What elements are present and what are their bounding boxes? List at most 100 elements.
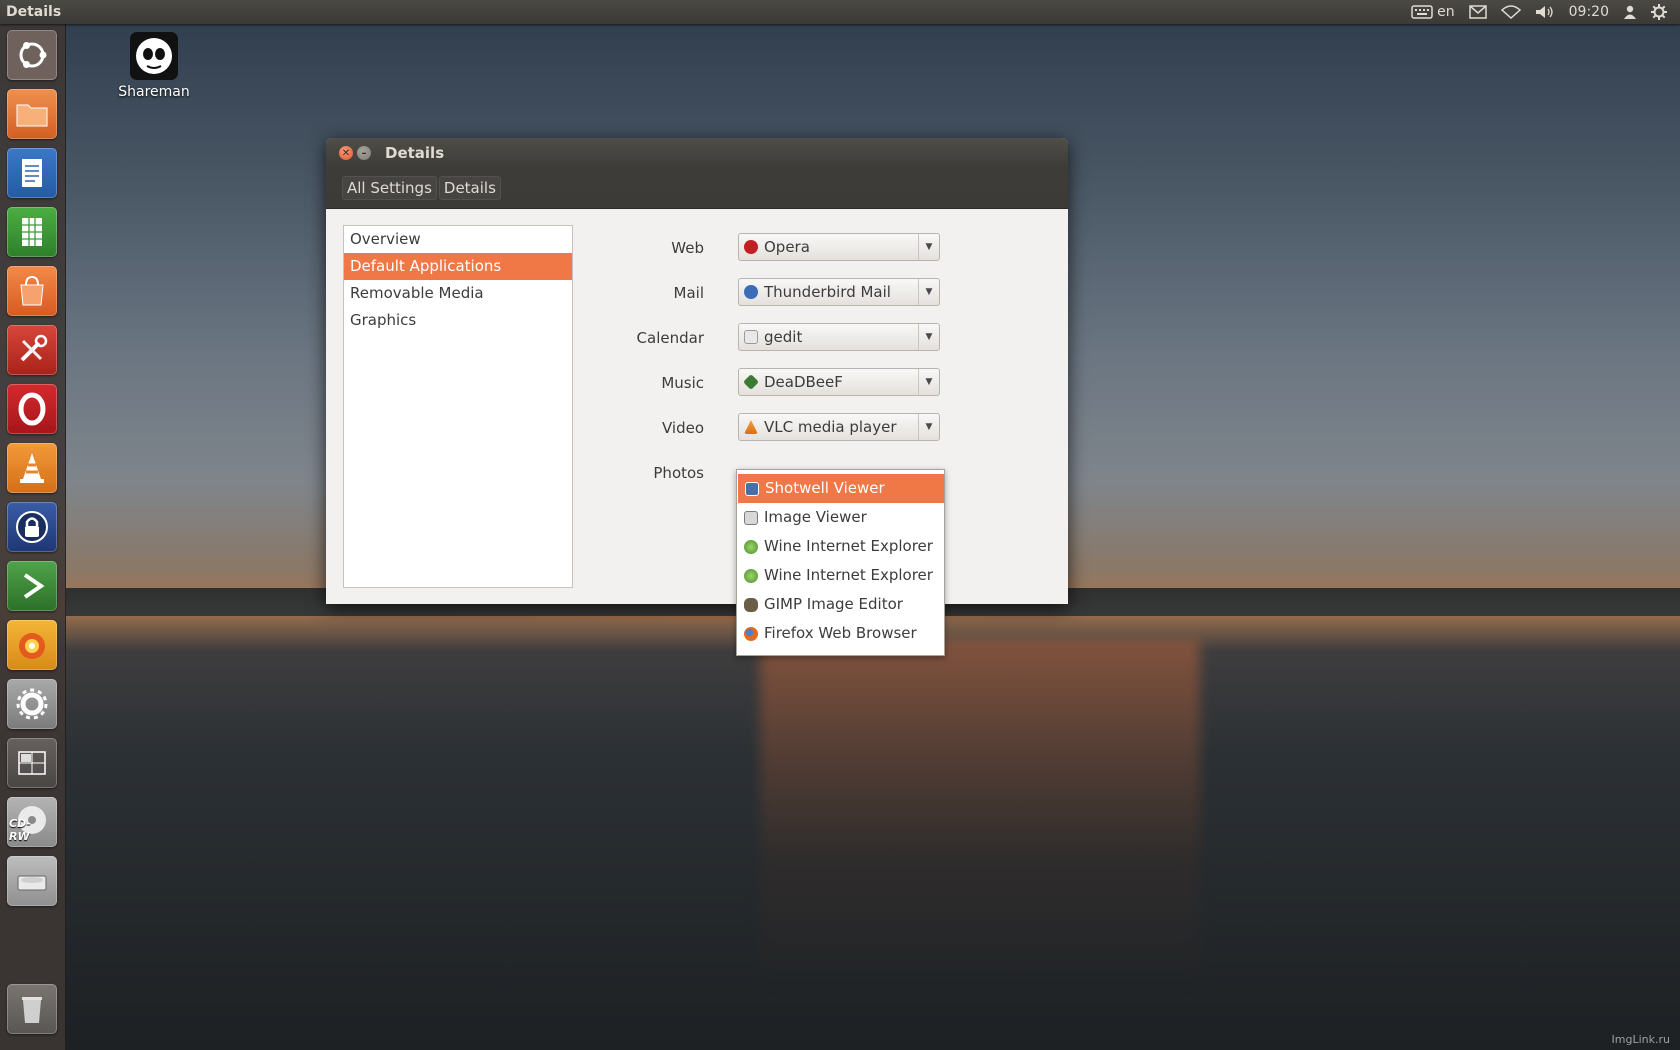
keyboard-layout-label: en [1437,4,1455,20]
gedit-icon [744,330,758,344]
lock-icon [16,511,48,543]
video-label: Video [661,419,704,437]
mail-icon[interactable] [1462,5,1494,19]
files-launcher[interactable] [7,89,57,139]
vlc-launcher[interactable] [7,443,57,493]
photos-label: Photos [653,464,704,482]
window-title: Details [385,144,445,162]
sidebar-item-default-applications[interactable]: Default Applications [344,253,572,280]
calc-launcher[interactable] [7,207,57,257]
minimize-icon: – [361,147,367,159]
chevron-down-icon: ▼ [918,414,939,440]
close-button[interactable]: ✕ [339,146,353,160]
web-row: Web Opera ▼ [606,233,940,263]
menu-item-image-viewer[interactable]: Image Viewer [737,503,944,532]
mail-label: Mail [673,284,704,302]
sidebar-item-overview[interactable]: Overview [344,226,572,253]
titlebar: ✕ – Details [326,138,1068,168]
minimize-button[interactable]: – [357,146,371,160]
menu-item-firefox-web-browser[interactable]: Firefox Web Browser [737,619,944,648]
opera-icon [744,240,758,254]
keyboard-icon[interactable]: en [1404,4,1462,20]
breadcrumb-details[interactable]: Details [438,176,501,200]
watermark: ImgLink.ru [1611,1033,1670,1046]
menu-item-shotwell-viewer[interactable]: Shotwell Viewer [738,474,944,503]
mail-value: Thunderbird Mail [764,283,891,301]
wine-ie-icon [744,568,758,583]
video-row: Video VLC media player ▼ [606,413,940,443]
workspace-switcher-launcher[interactable] [7,738,57,788]
menu-item-label: Shotwell Viewer [765,479,885,497]
web-value: Opera [764,238,810,256]
cd-rw-launcher[interactable]: CD-RW [7,797,57,847]
close-icon: ✕ [341,147,351,159]
shopping-bag-icon [20,275,44,306]
ubuntu-logo-icon [19,42,47,68]
chevron-down-icon: ▼ [918,234,939,260]
menu-item-wine-internet-explorer[interactable]: Wine Internet Explorer [737,532,944,561]
breadcrumb: All Settings Details [326,168,1068,209]
keepass-launcher[interactable] [7,502,57,552]
disc-flame-icon [19,633,45,659]
calendar-value: gedit [764,328,803,346]
deadbeef-icon [743,374,759,390]
deadbeef-launcher[interactable] [7,561,57,611]
system-tools-launcher[interactable] [7,325,57,375]
music-row: Music DeaDBeeF ▼ [606,368,940,398]
music-combobox[interactable]: DeaDBeeF ▼ [738,368,940,396]
trash-icon [22,997,42,1023]
opera-icon [18,392,46,426]
gear-icon[interactable] [1644,4,1674,20]
wifi-icon[interactable] [1494,5,1528,19]
writer-launcher[interactable] [7,148,57,198]
shareman-icon [130,32,178,80]
music-label: Music [661,374,704,392]
document-icon [22,159,42,187]
clock[interactable]: 09:20 [1562,4,1616,20]
hard-drive-launcher[interactable] [7,856,57,906]
system-settings-launcher[interactable] [7,679,57,729]
volume-icon[interactable] [1528,5,1562,19]
play-icon [23,573,45,599]
photos-dropdown-menu: Shotwell Viewer Image Viewer Wine Intern… [736,469,945,656]
sidebar-item-graphics[interactable]: Graphics [344,307,572,334]
folder-icon [16,104,48,127]
shotwell-icon [745,481,759,496]
breadcrumb-all-settings[interactable]: All Settings [342,176,437,200]
menu-item-label: Image Viewer [764,508,867,526]
calendar-combobox[interactable]: gedit ▼ [738,323,940,351]
software-center-launcher[interactable] [7,266,57,316]
tools-icon [20,334,48,362]
desktop-icon-shareman[interactable]: Shareman [112,32,196,100]
gimp-icon [744,597,758,612]
mail-combobox[interactable]: Thunderbird Mail ▼ [738,278,940,306]
music-value: DeaDBeeF [764,373,843,391]
launcher: CD-RW [0,24,66,1050]
top-panel: Details en 09:20 [0,0,1680,24]
chevron-down-icon: ▼ [918,324,939,350]
opera-launcher[interactable] [7,384,57,434]
video-combobox[interactable]: VLC media player ▼ [738,413,940,441]
menu-item-label: Wine Internet Explorer [764,566,933,584]
details-window: ✕ – Details All Settings Details Overvie… [326,138,1068,604]
dash-home-button[interactable] [7,30,57,80]
drive-icon [17,875,47,891]
active-window-title: Details [6,4,62,20]
indicator-area: en 09:20 [1404,4,1680,20]
gear-icon [16,688,48,720]
burner-launcher[interactable] [7,620,57,670]
menu-item-wine-internet-explorer-2[interactable]: Wine Internet Explorer [737,561,944,590]
web-combobox[interactable]: Opera ▼ [738,233,940,261]
thunderbird-icon [744,285,758,299]
cd-icon: CD-RW [9,803,51,843]
workspaces-icon [18,751,46,775]
desktop-icon-label: Shareman [118,84,190,100]
mail-row: Mail Thunderbird Mail ▼ [606,278,940,308]
image-viewer-icon [744,510,758,525]
user-icon[interactable] [1616,5,1644,19]
water-reflection [760,640,1200,1000]
sidebar-item-removable-media[interactable]: Removable Media [344,280,572,307]
menu-item-gimp-image-editor[interactable]: GIMP Image Editor [737,590,944,619]
trash-launcher[interactable] [7,984,57,1034]
vlc-cone-icon [744,420,758,434]
